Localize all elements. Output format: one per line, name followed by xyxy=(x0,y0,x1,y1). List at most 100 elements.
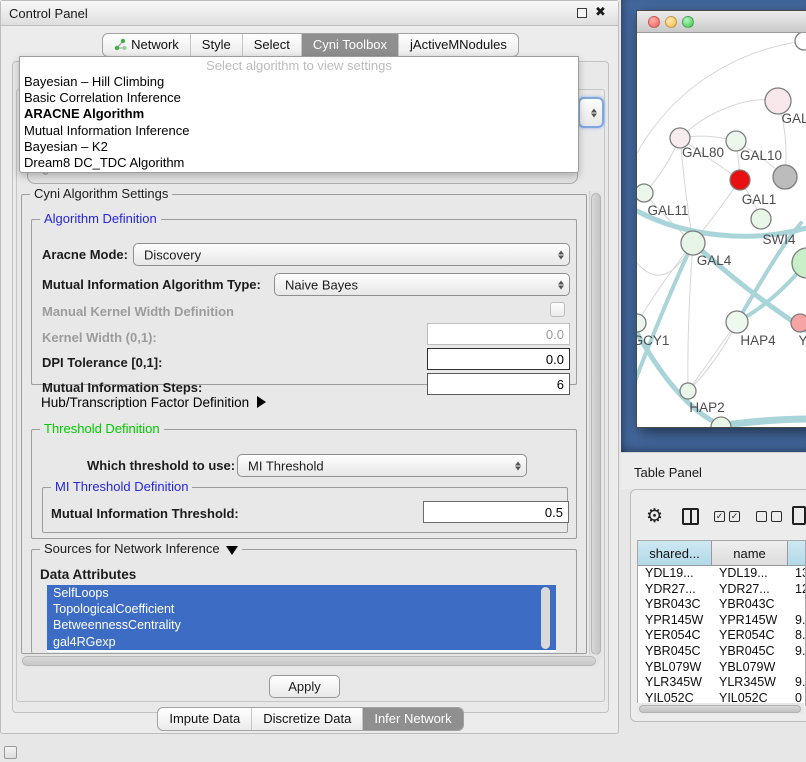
column-header-shared-name[interactable]: shared... xyxy=(638,541,712,565)
manual-kernel-label: Manual Kernel Width Definition xyxy=(42,304,234,319)
dropdown-item[interactable]: ARACNE Algorithm xyxy=(20,106,578,122)
tab-cyni-toolbox[interactable]: Cyni Toolbox xyxy=(301,34,398,56)
column-header-name[interactable]: name xyxy=(712,541,788,565)
table-row[interactable]: YDR27...YDR27...12 xyxy=(638,582,805,598)
node-label: GAL4 xyxy=(697,253,732,268)
attribute-list-item[interactable]: SelfLoops xyxy=(47,585,556,601)
tab-network[interactable]: Network xyxy=(103,34,190,56)
control-panel-titlebar[interactable]: Control Panel ✖ xyxy=(1,1,618,26)
table-cell: 12 xyxy=(788,582,805,598)
hub-definition-expander[interactable]: Hub/Transcription Factor Definition xyxy=(41,395,266,410)
checked-checkbox-icon[interactable]: ✓ xyxy=(729,511,740,522)
network-node-gal4[interactable] xyxy=(681,231,705,255)
zoom-traffic-light-icon[interactable] xyxy=(682,16,694,28)
network-node-hap2[interactable] xyxy=(680,383,696,399)
unchecked-checkbox-icon[interactable] xyxy=(756,511,767,522)
inference-algorithm-combo-fragment[interactable] xyxy=(578,97,604,128)
node-table: shared... name YDL19...YDL19...13YDR27..… xyxy=(637,540,806,706)
mi-threshold-label: Mutual Information Threshold: xyxy=(51,506,239,521)
table-cell: YLR345W xyxy=(712,675,788,691)
minimize-traffic-light-icon[interactable] xyxy=(665,16,677,28)
manual-kernel-checkbox[interactable] xyxy=(550,302,565,317)
network-node-gal1[interactable] xyxy=(730,170,750,190)
dropdown-item[interactable]: Basic Correlation Inference xyxy=(20,90,578,106)
tab-label: Network xyxy=(131,37,179,52)
kernel-width-input[interactable]: 0.0 xyxy=(427,323,570,345)
table-row[interactable]: YBR043CYBR043C xyxy=(638,597,805,613)
tab-impute-data[interactable]: Impute Data xyxy=(158,708,251,730)
attribute-list-scrollbar[interactable] xyxy=(541,587,550,649)
network-window-titlebar[interactable] xyxy=(637,11,806,33)
network-node-gcy1[interactable] xyxy=(637,314,646,332)
tab-infer-network[interactable]: Infer Network xyxy=(362,708,462,730)
network-view-window[interactable]: GALGAL80GAL10GAL1GAL11SWI4GAL4YGCY1HAP4H… xyxy=(636,10,806,428)
network-node-y[interactable] xyxy=(791,314,806,332)
tab-jactivemnodules[interactable]: jActiveMNodules xyxy=(398,34,518,56)
network-edge-thick[interactable] xyxy=(637,243,693,381)
close-icon[interactable]: ✖ xyxy=(595,4,606,20)
attribute-list-item[interactable]: BetweennessCentrality xyxy=(47,617,556,633)
float-window-icon[interactable] xyxy=(577,8,587,18)
table-cell: YER054C xyxy=(712,628,788,644)
network-edge[interactable] xyxy=(688,243,693,391)
column-header-cut[interactable] xyxy=(788,541,805,565)
tab-discretize-data[interactable]: Discretize Data xyxy=(251,708,362,730)
network-node[interactable] xyxy=(711,417,731,427)
split-columns-icon[interactable] xyxy=(682,508,699,525)
network-node-swi4[interactable] xyxy=(751,209,771,229)
control-panel-window: Control Panel ✖ Network StyleSelect Cyni T… xyxy=(0,0,619,734)
unchecked-checkbox-icon[interactable] xyxy=(771,511,782,522)
network-node[interactable] xyxy=(792,248,806,278)
table-row[interactable]: YBR045CYBR045C9. xyxy=(638,644,805,660)
table-cell: YBL079W xyxy=(712,660,788,676)
checked-checkbox-icon[interactable]: ✓ xyxy=(714,511,725,522)
which-threshold-combo[interactable]: MI Threshold xyxy=(237,454,527,477)
mi-steps-input[interactable]: 6 xyxy=(427,373,570,395)
table-cell: YDR27... xyxy=(638,582,712,598)
dpi-tolerance-input[interactable]: 0.0 xyxy=(427,348,570,370)
group-title: Threshold Definition xyxy=(40,422,164,436)
table-row[interactable]: YLR345WYLR345W9. xyxy=(638,675,805,691)
kernel-width-label: Kernel Width (0,1): xyxy=(42,330,157,345)
network-edge[interactable] xyxy=(688,322,737,391)
attribute-list-item[interactable]: TopologicalCoefficient xyxy=(47,601,556,617)
network-node-hap4[interactable] xyxy=(726,311,748,333)
gear-icon[interactable]: ⚙ xyxy=(646,505,663,529)
group-title: Cyni Algorithm Settings xyxy=(30,187,172,201)
aracne-mode-combo[interactable]: Discovery xyxy=(133,243,570,266)
table-row[interactable]: YER054CYER054C8. xyxy=(638,628,805,644)
tab-style[interactable]: Style xyxy=(190,34,242,56)
table-horizontal-scrollbar-thumb[interactable] xyxy=(639,705,801,713)
mi-threshold-definition-group: MI Threshold Definition Mutual Informati… xyxy=(42,487,568,533)
network-edge-thick[interactable] xyxy=(725,419,806,425)
apply-button[interactable]: Apply xyxy=(269,675,340,698)
attribute-list-item[interactable]: gal4RGexp xyxy=(47,634,556,650)
tab-select[interactable]: Select xyxy=(242,34,301,56)
network-node-gal11[interactable] xyxy=(637,184,653,202)
mi-threshold-input[interactable]: 0.5 xyxy=(423,501,569,523)
network-node[interactable] xyxy=(773,165,797,189)
settings-vertical-scrollbar-thumb[interactable] xyxy=(591,193,601,655)
table-row[interactable]: YPR145WYPR145W9. xyxy=(638,613,805,629)
settings-horizontal-scrollbar-thumb[interactable] xyxy=(22,656,596,666)
dropdown-item[interactable]: Mutual Information Inference xyxy=(20,123,578,139)
group-title: Sources for Network Inference xyxy=(40,542,242,556)
close-traffic-light-icon[interactable] xyxy=(648,16,660,28)
table-cell: 9. xyxy=(788,675,805,691)
network-edge[interactable] xyxy=(680,100,778,138)
dock-panel-icon[interactable] xyxy=(4,746,17,759)
dropdown-item[interactable]: Bayesian – K2 xyxy=(20,139,578,155)
table-row[interactable]: YDL19...YDL19...13 xyxy=(638,566,805,582)
table-header-row: shared... name xyxy=(638,541,805,566)
file-icon[interactable] xyxy=(792,506,806,525)
network-canvas[interactable]: GALGAL80GAL10GAL1GAL11SWI4GAL4YGCY1HAP4H… xyxy=(637,33,806,427)
mi-type-combo[interactable]: Naive Bayes xyxy=(274,273,570,296)
network-node[interactable] xyxy=(795,33,806,50)
dropdown-item[interactable]: Dream8 DC_TDC Algorithm xyxy=(20,155,578,171)
table-row[interactable]: YBL079WYBL079W xyxy=(638,660,805,676)
panel-title: Control Panel xyxy=(9,6,88,21)
tab-label: Discretize Data xyxy=(263,711,351,726)
dropdown-item[interactable]: Bayesian – Hill Climbing xyxy=(20,74,578,90)
tab-label: Cyni Toolbox xyxy=(313,37,387,52)
node-label: GAL xyxy=(781,111,806,126)
